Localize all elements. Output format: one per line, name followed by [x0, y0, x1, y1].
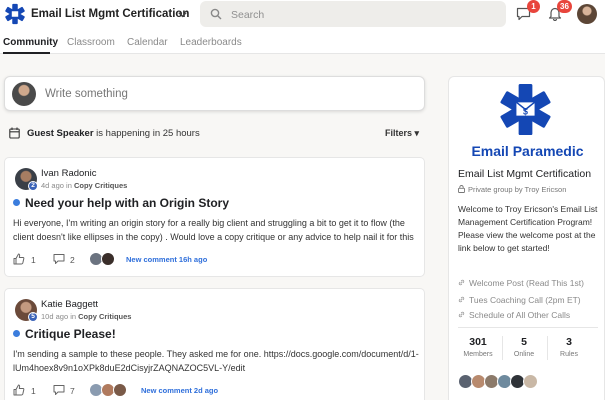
user-avatar[interactable]	[577, 4, 597, 24]
post-card[interactable]: 5 Katie Baggett 10d ago in Copy Critique…	[4, 288, 425, 400]
event-suffix: is happening in 25 hours	[93, 128, 200, 139]
stat-label: Members	[463, 351, 493, 358]
chevron-down-icon[interactable]	[177, 9, 188, 20]
stat-online[interactable]: 5 Online	[502, 336, 546, 358]
stat-value: 3	[566, 336, 572, 348]
search-input[interactable]: Search	[231, 9, 264, 21]
post-body: I'm sending a sample to these people. Th…	[13, 349, 419, 373]
link-icon	[458, 296, 465, 303]
stat-members[interactable]: 301 Members	[456, 336, 500, 358]
group-sidebar: $ Email Paramedic Email List Mgmt Certif…	[448, 76, 605, 400]
stat-rules[interactable]: 3 Rules	[547, 336, 591, 358]
upcoming-event: Guest Speaker is happening in 25 hours F…	[9, 127, 424, 141]
search-bar[interactable]: Search	[200, 1, 506, 27]
tab-community[interactable]: Community	[3, 37, 58, 48]
filters-button[interactable]: Filters ▾	[385, 128, 419, 139]
event-name[interactable]: Guest Speaker	[27, 128, 94, 139]
author-name[interactable]: Ivan Radonic	[41, 168, 96, 179]
sidebar-link-welcome-post[interactable]: Welcome Post (Read This 1st)	[458, 278, 584, 288]
commenter-avatar	[113, 383, 127, 397]
post-title-text: Need your help with an Origin Story	[25, 196, 230, 210]
write-something-input[interactable]: Write something	[45, 88, 128, 100]
brand-name: Email Paramedic	[471, 143, 584, 159]
like-count: 1	[31, 386, 36, 396]
comment-count: 2	[70, 255, 75, 265]
link-label: Schedule of All Other Calls	[469, 310, 571, 320]
chat-badge: 1	[527, 0, 540, 13]
tab-calendar[interactable]: Calendar	[127, 37, 168, 48]
post-footer: 1 2 New comment 16h ago	[13, 252, 418, 267]
post-category[interactable]: Copy Critiques	[74, 181, 127, 190]
active-tab-indicator	[3, 52, 50, 54]
unread-dot-icon	[13, 199, 20, 206]
post-meta: 10d ago in Copy Critiques	[41, 312, 131, 321]
privacy-line: Private group by Troy Ericson	[458, 185, 566, 194]
lock-icon	[458, 185, 465, 193]
comment-icon[interactable]	[53, 384, 65, 396]
divider	[458, 327, 598, 328]
member-avatars[interactable]	[458, 374, 558, 390]
post-composer[interactable]: Write something	[4, 76, 425, 111]
stat-value: 5	[521, 336, 527, 348]
privacy-text: Private group by Troy Ericson	[468, 185, 567, 194]
link-icon	[458, 311, 465, 318]
post-card[interactable]: 2 Ivan Radonic 4d ago in Copy Critiques …	[4, 157, 425, 277]
stat-label: Rules	[560, 351, 578, 358]
link-icon	[458, 279, 465, 286]
new-comment-link[interactable]: New comment 2d ago	[141, 386, 218, 395]
calendar-icon	[9, 127, 20, 139]
group-description: Welcome to Troy Ericson's Email List Man…	[458, 204, 598, 253]
comment-count: 7	[70, 386, 75, 396]
tab-leaderboards[interactable]: Leaderboards	[180, 37, 242, 48]
group-name[interactable]: Email List Mgmt Certification	[31, 8, 189, 20]
comment-icon[interactable]	[53, 253, 65, 265]
level-badge: 5	[28, 312, 38, 322]
stat-label: Online	[513, 351, 535, 358]
stat-value: 301	[469, 336, 487, 348]
top-header: Email List Mgmt Certification Search 1 3…	[0, 0, 605, 30]
group-logo-icon[interactable]	[4, 3, 26, 25]
post-time: 10d ago in	[41, 312, 79, 321]
member-avatar	[523, 374, 538, 389]
new-comment-link[interactable]: New comment 16h ago	[126, 255, 207, 264]
post-title-text: Critique Please!	[25, 327, 116, 341]
post-meta: 4d ago in Copy Critiques	[41, 181, 127, 190]
sidebar-group-name: Email List Mgmt Certification	[458, 168, 592, 180]
post-category[interactable]: Copy Critiques	[78, 312, 131, 321]
nav-tabs: Community Classroom Calendar Leaderboard…	[0, 30, 605, 54]
email-paramedic-logo-icon: $	[500, 83, 551, 136]
like-icon[interactable]	[13, 253, 25, 265]
like-icon[interactable]	[13, 384, 25, 396]
post-title[interactable]: Critique Please!	[13, 327, 116, 341]
caret-down-icon: ▾	[414, 128, 420, 138]
post-title[interactable]: Need your help with an Origin Story	[13, 196, 229, 210]
link-label: Welcome Post (Read This 1st)	[469, 278, 584, 288]
post-time: 4d ago in	[41, 181, 74, 190]
search-icon	[210, 8, 222, 20]
notifications-badge: 36	[557, 0, 572, 13]
unread-dot-icon	[13, 330, 20, 337]
tab-classroom[interactable]: Classroom	[67, 37, 115, 48]
like-count: 1	[31, 255, 36, 265]
author-name[interactable]: Katie Baggett	[41, 299, 98, 310]
link-label: Tues Coaching Call (2pm ET)	[469, 295, 581, 305]
level-badge: 2	[28, 181, 38, 191]
sidebar-link-schedule[interactable]: Schedule of All Other Calls	[458, 310, 570, 320]
sidebar-link-coaching-call[interactable]: Tues Coaching Call (2pm ET)	[458, 295, 581, 305]
filters-label: Filters	[385, 128, 413, 138]
post-footer: 1 7 New comment 2d ago	[13, 383, 418, 398]
composer-avatar	[12, 82, 36, 106]
post-body: Hi everyone, I'm writing an origin story…	[13, 218, 414, 242]
svg-text:$: $	[523, 106, 528, 116]
event-text[interactable]: Guest Speaker is happening in 25 hours	[27, 128, 200, 139]
commenter-avatar	[101, 252, 115, 266]
